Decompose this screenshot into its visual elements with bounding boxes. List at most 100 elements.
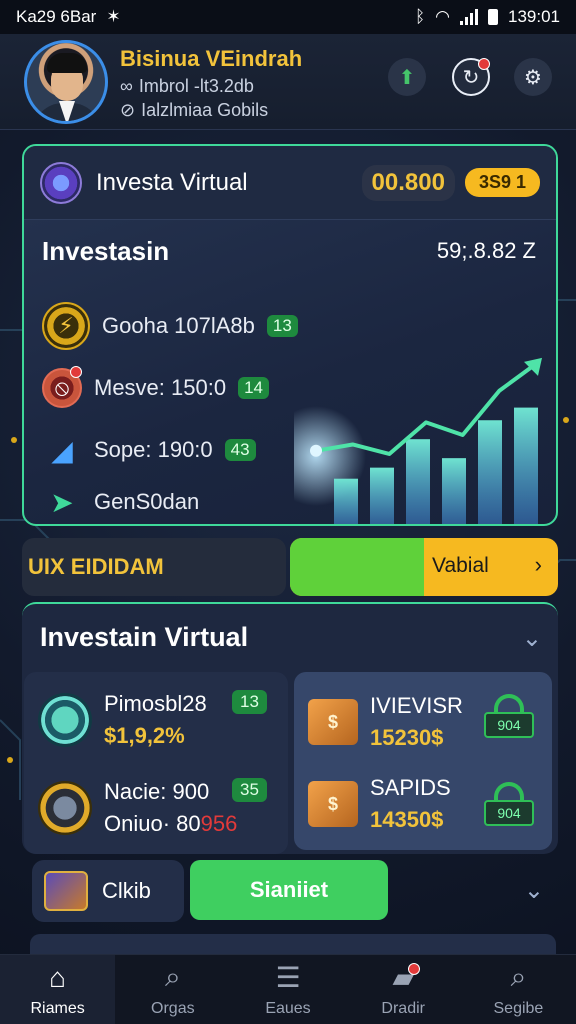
paper-plane-icon: ➤ — [50, 486, 74, 518]
lock-value: 904 — [484, 800, 534, 826]
action-row: UIX EIDIDAM Vabial › — [22, 538, 558, 596]
start-label: Sianiiet — [249, 877, 329, 902]
investment-card-body: Investasin 59;.8.82 Z ⚡ Gooha 107lA8b 13… — [24, 220, 556, 524]
chart-arrow-head — [524, 357, 542, 376]
list-item[interactable]: Nacie: 900 Oniuo· 80956 — [38, 776, 237, 840]
row-badge: 13 — [266, 315, 298, 337]
nfc-icon: ᛒ — [414, 7, 426, 26]
bottom-actions: Clkib Sianiiet ⌄ — [30, 860, 550, 922]
bottom-tab-bar: ⌂ Riames ⌕ Orgas ☰ Eaues ▰ Dradir ⌕ Segi… — [0, 954, 576, 1024]
tab-label: Riames — [30, 999, 85, 1017]
tab-orgas[interactable]: ⌕ Orgas — [115, 955, 230, 1024]
summary-left-panel: Pimosbl28 $1,9,2% 13 Nacie: 900 Oniuo· 8… — [24, 672, 288, 854]
status-left-text: Ka29 6Bar — [16, 7, 97, 26]
chevron-down-icon[interactable]: ⌄ — [524, 876, 544, 905]
home-icon: ⌂ — [49, 961, 67, 993]
notification-dot — [478, 58, 490, 70]
investment-card: Investa Virtual 00.800 3S9 1 Investasin … — [22, 144, 558, 526]
status-bar: Ka29 6Bar ✶ ᛒ ◠ 139:01 — [0, 0, 576, 34]
summary-right-panel: $ IVIEVISR 15230$ 904 $ SAPIDS 14350$ 90… — [294, 672, 552, 850]
tag-icon: ◢ — [51, 434, 73, 466]
item-line2-prefix: Oniuo· 80 — [104, 811, 201, 836]
wifi-icon: ◠ — [435, 7, 450, 26]
gold-coin-icon — [38, 781, 92, 835]
investment-card-header: Investa Virtual 00.800 3S9 1 — [24, 146, 556, 220]
link-icon: ∞ — [120, 76, 133, 96]
lock-icon: 904 — [484, 782, 534, 826]
user-name: Bisinua VEindrah — [120, 46, 303, 71]
profile-header: Bisinua VEindrah ∞ Imbrol -lt3.2db ⊘ Ial… — [0, 34, 576, 130]
list-item[interactable]: $ IVIEVISR 15230$ — [308, 690, 463, 754]
summary-title: Investain Virtual — [40, 622, 249, 652]
progress-fill — [290, 538, 424, 596]
list-item[interactable]: $ SAPIDS 14350$ — [308, 772, 451, 836]
no-entry-icon: ⦸ — [42, 366, 82, 408]
chart-bar — [478, 420, 502, 524]
tv-icon: ✶ — [106, 7, 121, 26]
list-icon: ☰ — [275, 962, 301, 993]
growth-chart — [294, 357, 542, 524]
item-title: SAPIDS — [370, 775, 451, 800]
signal-icon — [460, 9, 478, 25]
row-badge: 14 — [238, 377, 269, 399]
teal-coin-icon — [38, 693, 92, 747]
club-icon — [44, 871, 88, 911]
list-item[interactable]: ⦸ Mesve: 150:0 14 — [42, 366, 269, 408]
cash-chest-icon: $ — [308, 781, 358, 827]
chart-bar — [334, 478, 358, 524]
list-item[interactable]: ⚡ Gooha 107lA8b 13 — [42, 302, 298, 350]
user-subtitle-1: ∞ Imbrol -lt3.2db — [120, 76, 254, 97]
gear-icon: ⚙ — [524, 66, 542, 89]
item-value: 14350$ — [370, 807, 444, 832]
lock-value: 904 — [484, 712, 534, 738]
investment-summary-card: Investain Virtual ⌄ Pimosbl28 $1,9,2% 13… — [22, 602, 558, 854]
search-icon: ⌕ — [164, 961, 181, 992]
promo-banner[interactable]: UIX EIDIDAM — [22, 538, 286, 596]
user-line1-text: Imbrol -lt3.2db — [138, 76, 254, 96]
list-item[interactable]: Pimosbl28 $1,9,2% — [38, 688, 207, 752]
app-logo-icon — [40, 161, 82, 204]
item-line1: Pimosbl28 — [104, 691, 207, 716]
chart-bar — [442, 458, 466, 524]
search-icon: ⌕ — [510, 961, 527, 992]
check-circle-icon: ⊘ — [120, 100, 136, 120]
cash-chest-icon: $ — [308, 699, 358, 745]
user-subtitle-2: ⊘ Ialzlmiaa Gobils — [120, 100, 268, 121]
section-title: Investasin — [42, 236, 170, 266]
tab-home[interactable]: ⌂ Riames — [0, 955, 116, 1024]
chevron-right-icon: › — [534, 552, 542, 577]
coin-pill[interactable]: 3S9 1 — [464, 168, 540, 197]
settings-button[interactable]: ⚙ — [514, 58, 552, 96]
list-item[interactable]: ◢ Sope: 190:0 43 — [42, 430, 256, 470]
up-arrow-button[interactable]: ⬆ — [388, 58, 426, 96]
coin-pill-value: 3S9 1 — [478, 172, 526, 192]
avatar[interactable] — [24, 40, 108, 124]
club-button[interactable]: Clkib — [32, 860, 184, 922]
user-line2-text: Ialzlmiaa Gobils — [141, 100, 269, 120]
item-line2: $1,9,2% — [104, 723, 185, 748]
list-item[interactable]: ➤ GenS0dan — [42, 482, 199, 522]
progress-button[interactable]: Vabial › — [290, 538, 558, 596]
club-label: Clkib — [102, 878, 151, 903]
row-label: Gooha 107lA8b — [102, 313, 255, 338]
tab-segibe[interactable]: ⌕ Segibe — [461, 955, 576, 1024]
notification-dot — [407, 963, 420, 975]
balance-value: 00.800 — [361, 164, 455, 201]
refresh-icon: ↻ — [462, 66, 480, 89]
lightning-icon: ⚡ — [42, 302, 90, 350]
battery-icon — [488, 9, 498, 25]
item-line1: Nacie: 900 — [104, 779, 210, 804]
tab-label: Dradir — [381, 1000, 425, 1017]
refresh-button[interactable]: ↻ — [452, 58, 490, 96]
tab-label: Segibe — [493, 1000, 544, 1017]
tab-dradir[interactable]: ▰ Dradir — [346, 955, 461, 1024]
item-line2-red: 956 — [200, 811, 238, 836]
row-badge: 43 — [224, 439, 256, 461]
up-arrow-icon: ⬆ — [398, 66, 416, 89]
tab-eaues[interactable]: ☰ Eaues — [230, 955, 345, 1024]
lock-icon: 904 — [484, 694, 534, 738]
row-label: GenS0dan — [94, 489, 200, 514]
start-button[interactable]: Sianiiet — [190, 860, 388, 920]
chevron-down-icon[interactable]: ⌄ — [522, 624, 542, 653]
notification-dot — [70, 366, 82, 378]
